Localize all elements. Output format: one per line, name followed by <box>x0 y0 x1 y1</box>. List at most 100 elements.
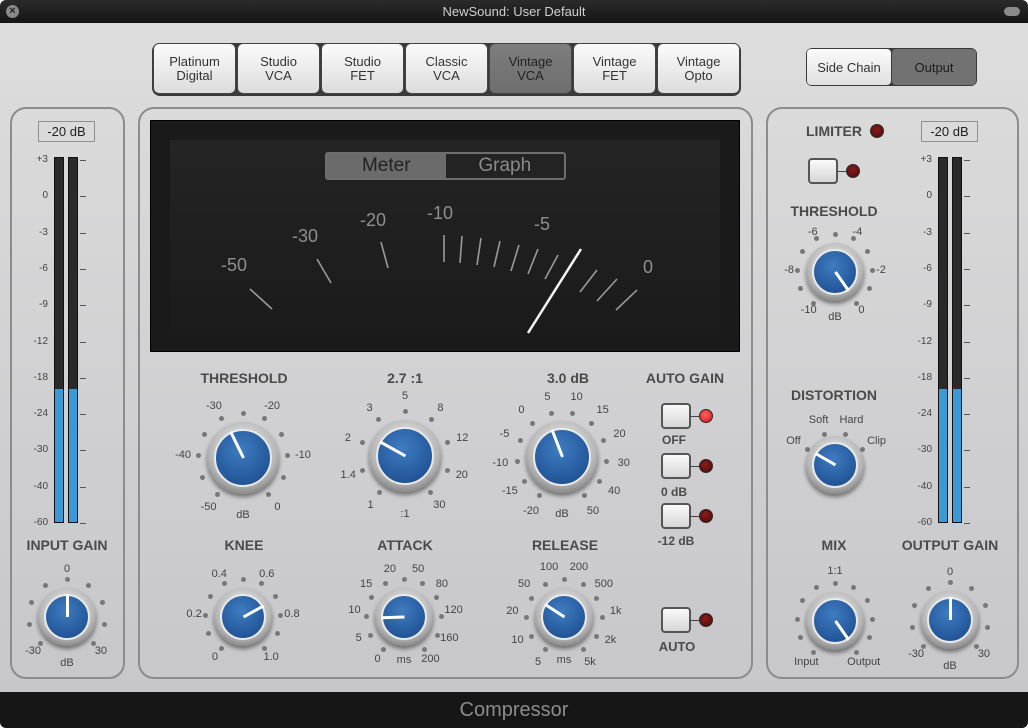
limiter-threshold-title: THRESHOLD <box>790 203 878 219</box>
vu-tick <box>476 237 482 266</box>
auto-button[interactable] <box>661 607 691 633</box>
knob-scale-label: 0.8 <box>284 608 300 621</box>
knob-tick-dot <box>368 632 374 638</box>
vu-tick <box>316 258 332 284</box>
knob-scale-label: 5k <box>584 656 596 669</box>
knob-scale-label: 2k <box>604 634 617 647</box>
knob-tick-dot <box>984 624 990 630</box>
meter-tick <box>964 196 970 198</box>
vu-tick <box>510 244 520 272</box>
ratio-title: 2.7 :1 <box>387 370 423 386</box>
knob-tick-dot <box>218 645 224 651</box>
knob-tick-dot <box>402 408 408 414</box>
knob-scale-label: 100 <box>539 561 559 574</box>
knob-tick-dot <box>528 595 534 601</box>
knob-scale-label: -15 <box>501 484 518 497</box>
auto-gain-off-led <box>699 409 713 423</box>
meter-channel-2 <box>952 157 962 523</box>
knob-tick-dot <box>810 649 816 655</box>
knob-tick-dot <box>514 458 520 464</box>
knob-tick-dot <box>521 478 527 484</box>
distortion-title: DISTORTION <box>790 387 878 403</box>
knob-scale-label: 0.6 <box>259 568 275 581</box>
vu-tick <box>380 241 389 269</box>
knob-scale-label: 0 <box>211 651 218 664</box>
vu-tick <box>249 288 273 310</box>
meter-scale-label: -12 <box>917 335 932 347</box>
knob-tick-dot <box>517 437 523 443</box>
knob-tick-dot <box>854 649 860 655</box>
knee-title: KNEE <box>224 537 264 553</box>
knob-tick-dot <box>240 410 246 416</box>
knob-scale-label: 20 <box>383 563 396 576</box>
knob-scale-label: 0 <box>946 566 954 578</box>
meter-tick <box>964 305 970 307</box>
knob-scale-label: Input <box>794 655 819 668</box>
knob-tick-dot <box>860 446 866 452</box>
vu-label: -20 <box>360 210 386 230</box>
knob-scale-label: 1.4 <box>340 469 356 482</box>
knob-scale-label: 1:1 <box>827 565 843 577</box>
graph-tab[interactable]: Graph <box>446 154 565 178</box>
auto-gain-minus12db-label: -12 dB <box>657 534 695 548</box>
limiter-button[interactable] <box>808 158 838 184</box>
makeup-gain-title: 3.0 dB <box>546 370 590 386</box>
knob-scale-label: 5 <box>401 390 409 402</box>
auto-led <box>699 613 713 627</box>
knob-scale-label: 30 <box>617 456 630 469</box>
knob-scale-label: 20 <box>613 427 626 440</box>
meter-tick <box>964 377 970 379</box>
auto-gain-minus12db-button[interactable] <box>661 503 691 529</box>
knob-scale-label: 3 <box>366 401 373 414</box>
limiter-indicator-led <box>870 124 884 138</box>
knob-unit-label: :1 <box>400 508 410 520</box>
knob-scale-label: 0 <box>374 653 381 666</box>
knob-tick-dot <box>202 612 208 618</box>
footer-bar: Compressor <box>0 692 1028 728</box>
knob-tick-dot <box>542 647 548 653</box>
knob-scale-label: -4 <box>852 225 863 238</box>
knob-unit-label: dB <box>828 311 842 323</box>
knob-scale-label: 15 <box>596 404 609 417</box>
meter-graph-toggle: Meter Graph <box>325 152 566 180</box>
knob-scale-label: 30 <box>433 499 446 512</box>
knob-tick-dot <box>866 286 872 292</box>
knob-tick-dot <box>218 416 224 422</box>
vu-tick <box>544 254 559 280</box>
knob-scale-label: 0 <box>518 404 525 417</box>
knob-tick-dot <box>561 576 567 582</box>
knob-scale-label: 50 <box>586 504 600 517</box>
knob-scale-label: -10 <box>800 303 817 316</box>
knob-scale-label: -8 <box>784 263 794 276</box>
knob-tick-dot <box>580 647 586 653</box>
meter-tick <box>964 414 970 416</box>
vu-label: -30 <box>292 226 318 246</box>
plugin-name: Compressor <box>459 699 569 721</box>
knob-scale-label: 10 <box>348 604 361 617</box>
knob-tick-dot <box>588 420 594 426</box>
knob-scale-label: 0.4 <box>211 568 227 581</box>
knob-scale-label: 12 <box>456 431 469 444</box>
auto-gain-0db-led <box>699 459 713 473</box>
knob-tick-dot <box>530 420 536 426</box>
meter-fill <box>939 388 947 522</box>
attack-title: ATTACK <box>377 537 433 553</box>
knob-scale-label: 1k <box>609 604 622 617</box>
knob-scale-label: 8 <box>437 401 444 414</box>
auto-gain-title: AUTO GAIN <box>645 370 725 386</box>
knob-scale-label: 2 <box>344 431 351 444</box>
knob-scale-label: 160 <box>440 632 459 645</box>
auto-gain-off-button[interactable] <box>661 403 691 429</box>
knob-scale-label: 5 <box>544 390 551 403</box>
knob-scale-label: 30 <box>977 647 991 660</box>
meter-channel-1 <box>938 157 948 523</box>
knob-tick-dot <box>274 631 280 637</box>
meter-scale-label: -6 <box>923 262 932 274</box>
knob-scale-label: 5 <box>534 656 542 669</box>
auto-gain-0db-button[interactable] <box>661 453 691 479</box>
meter-tick <box>964 160 970 161</box>
knob-scale-label: -30 <box>205 399 222 412</box>
knob-scale-label: 500 <box>594 577 614 590</box>
meter-tab[interactable]: Meter <box>327 154 446 178</box>
knob-scale-label: 50 <box>412 563 425 576</box>
